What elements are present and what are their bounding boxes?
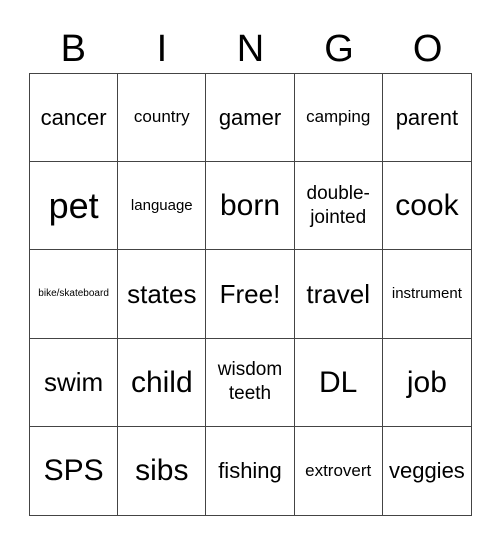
bingo-cell[interactable]: instrument (382, 250, 471, 339)
header-letter-o: O (412, 28, 443, 70)
bingo-cell[interactable]: states (118, 250, 207, 339)
bingo-cell[interactable]: veggies (383, 427, 471, 515)
bingo-cell[interactable]: parent (382, 74, 471, 163)
bingo-cell[interactable]: extrovert (295, 426, 383, 515)
bingo-cell[interactable]: pet (30, 162, 119, 251)
bingo-cell[interactable]: cook (382, 162, 471, 251)
bingo-cell[interactable]: DL (294, 338, 383, 427)
bingo-cell[interactable]: child (118, 338, 207, 427)
bingo-board: cancer country gamer camping parent pet … (29, 73, 472, 516)
bingo-cell[interactable]: language (118, 162, 207, 251)
header-letter-n: N (236, 28, 265, 70)
bingo-cell[interactable]: camping (294, 74, 383, 163)
bingo-cell[interactable]: wisdom teeth (206, 338, 295, 427)
bingo-cell[interactable]: sibs (118, 426, 207, 515)
bingo-cell[interactable]: bike/skateboard (30, 250, 119, 339)
bingo-cell[interactable]: SPS (30, 426, 119, 515)
header-letter-g: G (324, 28, 354, 70)
free-space-cell[interactable]: Free! (206, 250, 295, 339)
bingo-header: B I N G O (29, 26, 472, 72)
bingo-cell[interactable]: fishing (206, 426, 295, 515)
bingo-cell[interactable]: born (206, 162, 295, 251)
bingo-cell[interactable]: country (118, 74, 207, 163)
bingo-cell[interactable]: gamer (206, 74, 295, 163)
bingo-cell[interactable]: travel (294, 250, 383, 339)
bingo-cell[interactable]: double-jointed (294, 162, 383, 251)
bingo-cell[interactable]: job (382, 339, 471, 427)
bingo-cell[interactable]: swim (30, 338, 119, 427)
header-letter-b: B (60, 28, 86, 70)
bingo-cell[interactable]: cancer (30, 74, 119, 163)
header-letter-i: I (156, 28, 168, 70)
